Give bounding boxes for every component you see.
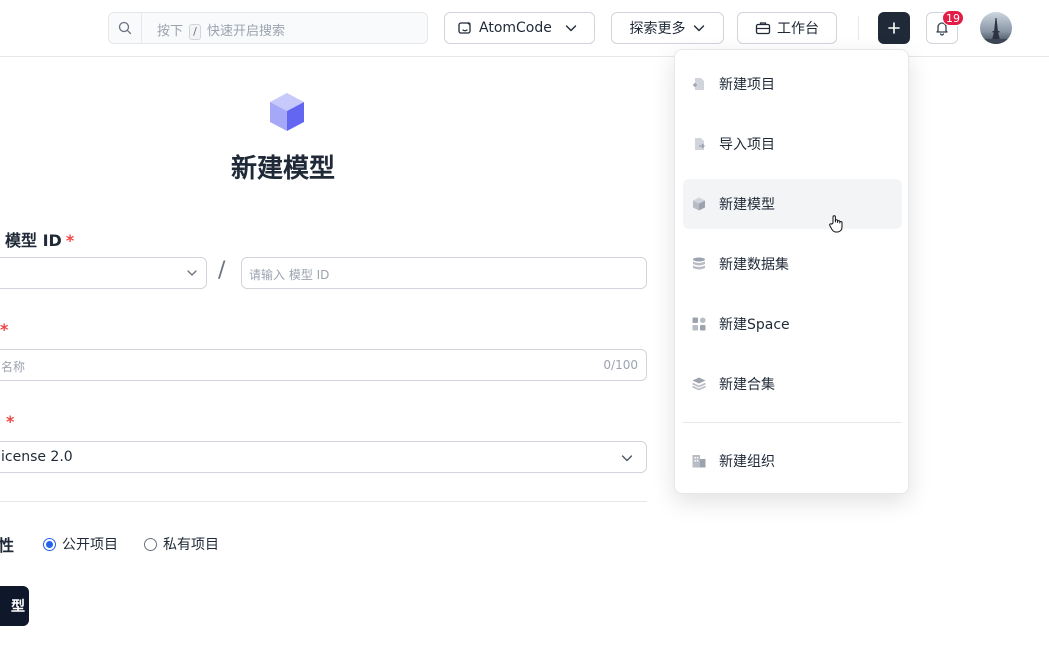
model-name-placeholder: 名称 [1,360,26,374]
user-avatar[interactable] [980,12,1012,44]
create-model-button[interactable]: 型 [0,586,29,626]
menu-item-label: 新建Space [719,317,790,333]
menu-item-label: 新建数据集 [719,257,789,273]
visibility-label: 性 [0,536,15,555]
id-separator: / [218,258,226,283]
briefcase-icon [755,22,771,35]
page-title: 新建模型 [231,154,336,184]
menu-item-label: 新建模型 [719,197,775,213]
menu-item-new-organization[interactable]: 新建组织 [683,436,902,486]
file-plus-icon [693,78,704,90]
radio-public[interactable]: 公开项目 [43,534,118,554]
cube-icon [693,197,705,211]
menu-item-label: 新建合集 [719,377,775,393]
license-label: * [2,412,14,431]
radio-private[interactable]: 私有项目 [144,534,219,554]
model-name-input[interactable]: 名称 0/100 [0,349,647,381]
model-id-label: 模型 ID * [5,231,75,250]
menu-item-label: 新建组织 [719,454,775,470]
menu-item-new-dataset[interactable]: 新建数据集 [683,239,902,289]
avatar-image [980,18,1012,44]
required-mark: * [6,412,15,431]
menu-divider [683,422,902,423]
cube-logo-icon [270,93,304,131]
chevron-down-icon [693,25,704,32]
required-mark: * [0,320,9,339]
owner-select[interactable] [0,257,207,289]
grid-icon [692,317,706,331]
chevron-down-icon [621,455,633,462]
atomcode-label: AtomCode [479,20,552,36]
plus-icon [888,22,900,34]
search-input[interactable]: 按下 / 快速开启搜索 [108,12,428,44]
model-id-input[interactable]: 请输入 模型 ID [241,257,647,289]
menu-item-label: 新建项目 [719,77,775,93]
explore-more-label: 探索更多 [629,21,686,37]
model-name-label: * [0,320,8,339]
menu-item-label: 导入项目 [719,137,775,153]
search-icon [118,21,132,35]
atomcode-button[interactable]: AtomCode [444,12,595,44]
radio-private-dot[interactable] [144,537,157,551]
form-divider [0,501,647,502]
menu-item-new-collection[interactable]: 新建合集 [683,359,902,409]
chevron-down-icon [565,25,577,32]
explore-more-button[interactable]: 探索更多 [611,12,724,44]
ai-spark-icon [458,21,471,34]
building-icon [692,455,706,468]
menu-item-import-project[interactable]: 导入项目 [683,119,902,169]
menu-item-new-project[interactable]: 新建项目 [683,59,902,109]
model-id-placeholder: 请输入 模型 ID [249,268,330,282]
hand-cursor-icon [829,215,843,233]
license-select[interactable]: icense 2.0 [0,441,647,473]
required-mark: * [65,231,75,250]
chevron-down-icon [187,270,197,276]
char-counter: 0/100 [603,358,638,372]
notification-badge: 19 [942,10,964,26]
radio-public-dot[interactable] [43,537,56,551]
toolbar-divider [858,16,859,40]
menu-item-new-space[interactable]: 新建Space [683,299,902,349]
create-new-button[interactable] [878,12,910,44]
search-divider [141,13,142,43]
radio-public-label: 公开项目 [62,537,118,553]
search-placeholder: 按下 / 快速开启搜索 [157,24,286,40]
search-shortcut-key: / [189,24,201,40]
workspace-label: 工作台 [777,21,819,37]
layers-icon [692,377,706,391]
create-dropdown-menu: 新建项目 导入项目 新建模型 新建数据集 新建Space 新建合集 新建组织 [674,49,909,494]
workspace-button[interactable]: 工作台 [737,12,837,44]
license-value: icense 2.0 [1,449,73,465]
radio-private-label: 私有项目 [163,537,219,553]
database-icon [693,257,705,270]
file-import-icon [695,138,705,150]
menu-item-new-model[interactable]: 新建模型 [683,179,902,229]
